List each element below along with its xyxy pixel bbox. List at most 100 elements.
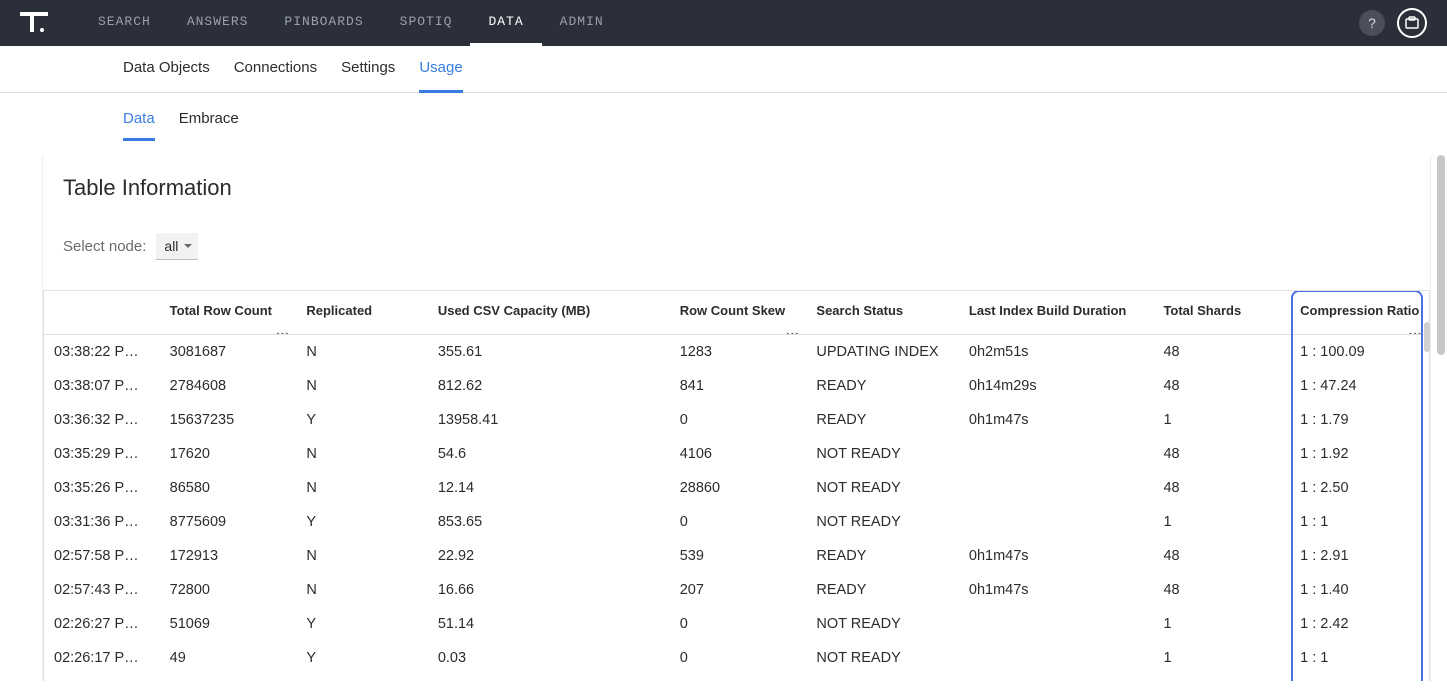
col-header-used-csv-capacity-mb-[interactable]: Used CSV Capacity (MB) xyxy=(428,291,670,335)
col-header-compression-ratio[interactable]: Compression Ratio… xyxy=(1290,291,1429,335)
cell-csv: 13958.41 xyxy=(428,403,670,437)
table-row[interactable]: 02:26:17 P…49Y0.030NOT READY11 : 1 xyxy=(44,641,1429,675)
select-node-label: Select node: xyxy=(63,238,146,255)
cell-replicated: N xyxy=(296,335,427,370)
page-scrollbar[interactable] xyxy=(1435,155,1445,675)
cell-csv: 853.65 xyxy=(428,505,670,539)
topnav-item-search[interactable]: SEARCH xyxy=(80,0,169,46)
table-row[interactable]: 02:57:58 P…172913N22.92539READY0h1m47s48… xyxy=(44,539,1429,573)
help-icon[interactable]: ? xyxy=(1359,10,1385,36)
usagetab-embrace[interactable]: Embrace xyxy=(179,93,239,141)
cell-index xyxy=(959,505,1154,539)
select-node-dropdown[interactable]: all xyxy=(156,233,198,260)
page-title: Table Information xyxy=(43,175,1430,201)
cell-skew: 0 xyxy=(670,403,807,437)
cell-ratio: 1 : 2.50 xyxy=(1290,471,1429,505)
cell-search: NOT READY xyxy=(806,437,958,471)
cell-rowcount: 51069 xyxy=(160,607,297,641)
cell-replicated: Y xyxy=(296,403,427,437)
cell-index xyxy=(959,641,1154,675)
cell-skew: 28860 xyxy=(670,471,807,505)
table-row[interactable]: 02:57:43 P…72800N16.66207READY0h1m47s481… xyxy=(44,573,1429,607)
topnav-item-answers[interactable]: ANSWERS xyxy=(169,0,267,46)
cell-rowcount: 49 xyxy=(160,641,297,675)
cell-skew: 0 xyxy=(670,641,807,675)
page-scrollbar-thumb[interactable] xyxy=(1437,155,1445,355)
cell-shards: 1 xyxy=(1153,607,1290,641)
cell-shards: 1 xyxy=(1153,505,1290,539)
col-header-time[interactable] xyxy=(44,291,160,335)
subnav-data-objects[interactable]: Data Objects xyxy=(123,46,210,93)
cell-rowcount: 15637235 xyxy=(160,403,297,437)
cell-time: 03:35:29 P… xyxy=(44,437,160,471)
table-row[interactable]: 03:35:26 P…86580N12.1428860NOT READY481 … xyxy=(44,471,1429,505)
cell-csv: 16.66 xyxy=(428,573,670,607)
cell-shards: 1 xyxy=(1153,403,1290,437)
column-menu-icon[interactable]: … xyxy=(275,327,290,333)
cell-search: READY xyxy=(806,369,958,403)
cell-replicated: N xyxy=(296,369,427,403)
cell-ratio: 1 : 47.24 xyxy=(1290,369,1429,403)
cell-skew: 841 xyxy=(670,369,807,403)
cell-time: 03:35:26 P… xyxy=(44,471,160,505)
col-header-replicated[interactable]: Replicated xyxy=(296,291,427,335)
usagetab-data[interactable]: Data xyxy=(123,93,155,141)
cell-replicated: N xyxy=(296,539,427,573)
table-row[interactable]: 03:38:07 P…2784608N812.62841READY0h14m29… xyxy=(44,369,1429,403)
cell-csv: 22.92 xyxy=(428,539,670,573)
brand-logo[interactable] xyxy=(20,0,60,46)
cell-time: 03:38:22 P… xyxy=(44,335,160,370)
col-header-search-status[interactable]: Search Status xyxy=(806,291,958,335)
table-row[interactable]: 02:26:27 P…51069Y51.140NOT READY11 : 2.4… xyxy=(44,607,1429,641)
usage-subnav: Data Embrace xyxy=(0,93,1447,141)
cell-replicated: N xyxy=(296,573,427,607)
topnav-item-admin[interactable]: ADMIN xyxy=(542,0,622,46)
cell-skew: 4106 xyxy=(670,437,807,471)
table-scrollbar-thumb[interactable] xyxy=(1424,322,1430,352)
col-header-total-shards[interactable]: Total Shards xyxy=(1153,291,1290,335)
topnav-item-spotiq[interactable]: SPOTIQ xyxy=(382,0,471,46)
col-header-row-count-skew[interactable]: Row Count Skew… xyxy=(670,291,807,335)
table-row[interactable]: 03:35:29 P…17620N54.64106NOT READY481 : … xyxy=(44,437,1429,471)
table-container: Total Row Count…ReplicatedUsed CSV Capac… xyxy=(43,290,1430,681)
column-menu-icon[interactable]: … xyxy=(1408,327,1423,333)
cell-ratio: 1 : 2.42 xyxy=(1290,607,1429,641)
cell-time: 02:57:58 P… xyxy=(44,539,160,573)
cell-rowcount: 72800 xyxy=(160,573,297,607)
topnav-item-pinboards[interactable]: PINBOARDS xyxy=(266,0,381,46)
cell-rowcount: 86580 xyxy=(160,471,297,505)
cell-skew: 0 xyxy=(670,607,807,641)
top-nav: SEARCHANSWERSPINBOARDSSPOTIQDATAADMIN ? xyxy=(0,0,1447,46)
subnav-connections[interactable]: Connections xyxy=(234,46,317,93)
subnav-usage[interactable]: Usage xyxy=(419,46,462,93)
topnav-item-data[interactable]: DATA xyxy=(470,0,541,46)
cell-time: 02:26:17 P… xyxy=(44,641,160,675)
cell-csv: 0.03 xyxy=(428,641,670,675)
profile-avatar[interactable] xyxy=(1397,8,1427,38)
cell-rowcount: 172913 xyxy=(160,539,297,573)
cell-search: NOT READY xyxy=(806,607,958,641)
cell-replicated: N xyxy=(296,437,427,471)
table-row[interactable]: 03:36:32 P…15637235Y13958.410READY0h1m47… xyxy=(44,403,1429,437)
cell-csv: 355.61 xyxy=(428,335,670,370)
column-menu-icon[interactable]: … xyxy=(785,327,800,333)
col-header-last-index-build-duration[interactable]: Last Index Build Duration xyxy=(959,291,1154,335)
col-header-total-row-count[interactable]: Total Row Count… xyxy=(160,291,297,335)
cell-search: NOT READY xyxy=(806,505,958,539)
table-row[interactable]: 03:38:22 P…3081687N355.611283UPDATING IN… xyxy=(44,335,1429,370)
cell-csv: 12.14 xyxy=(428,471,670,505)
subnav-settings[interactable]: Settings xyxy=(341,46,395,93)
table-row[interactable]: 03:31:36 P…8775609Y853.650NOT READY11 : … xyxy=(44,505,1429,539)
cell-shards: 48 xyxy=(1153,539,1290,573)
cell-search: READY xyxy=(806,403,958,437)
cell-index: 0h14m29s xyxy=(959,369,1154,403)
cell-index xyxy=(959,437,1154,471)
cell-shards: 48 xyxy=(1153,369,1290,403)
cell-rowcount: 2784608 xyxy=(160,369,297,403)
cell-index: 0h1m47s xyxy=(959,403,1154,437)
cell-rowcount: 3081687 xyxy=(160,335,297,370)
cell-search: READY xyxy=(806,573,958,607)
cell-time: 03:31:36 P… xyxy=(44,505,160,539)
cell-shards: 1 xyxy=(1153,641,1290,675)
cell-index xyxy=(959,471,1154,505)
